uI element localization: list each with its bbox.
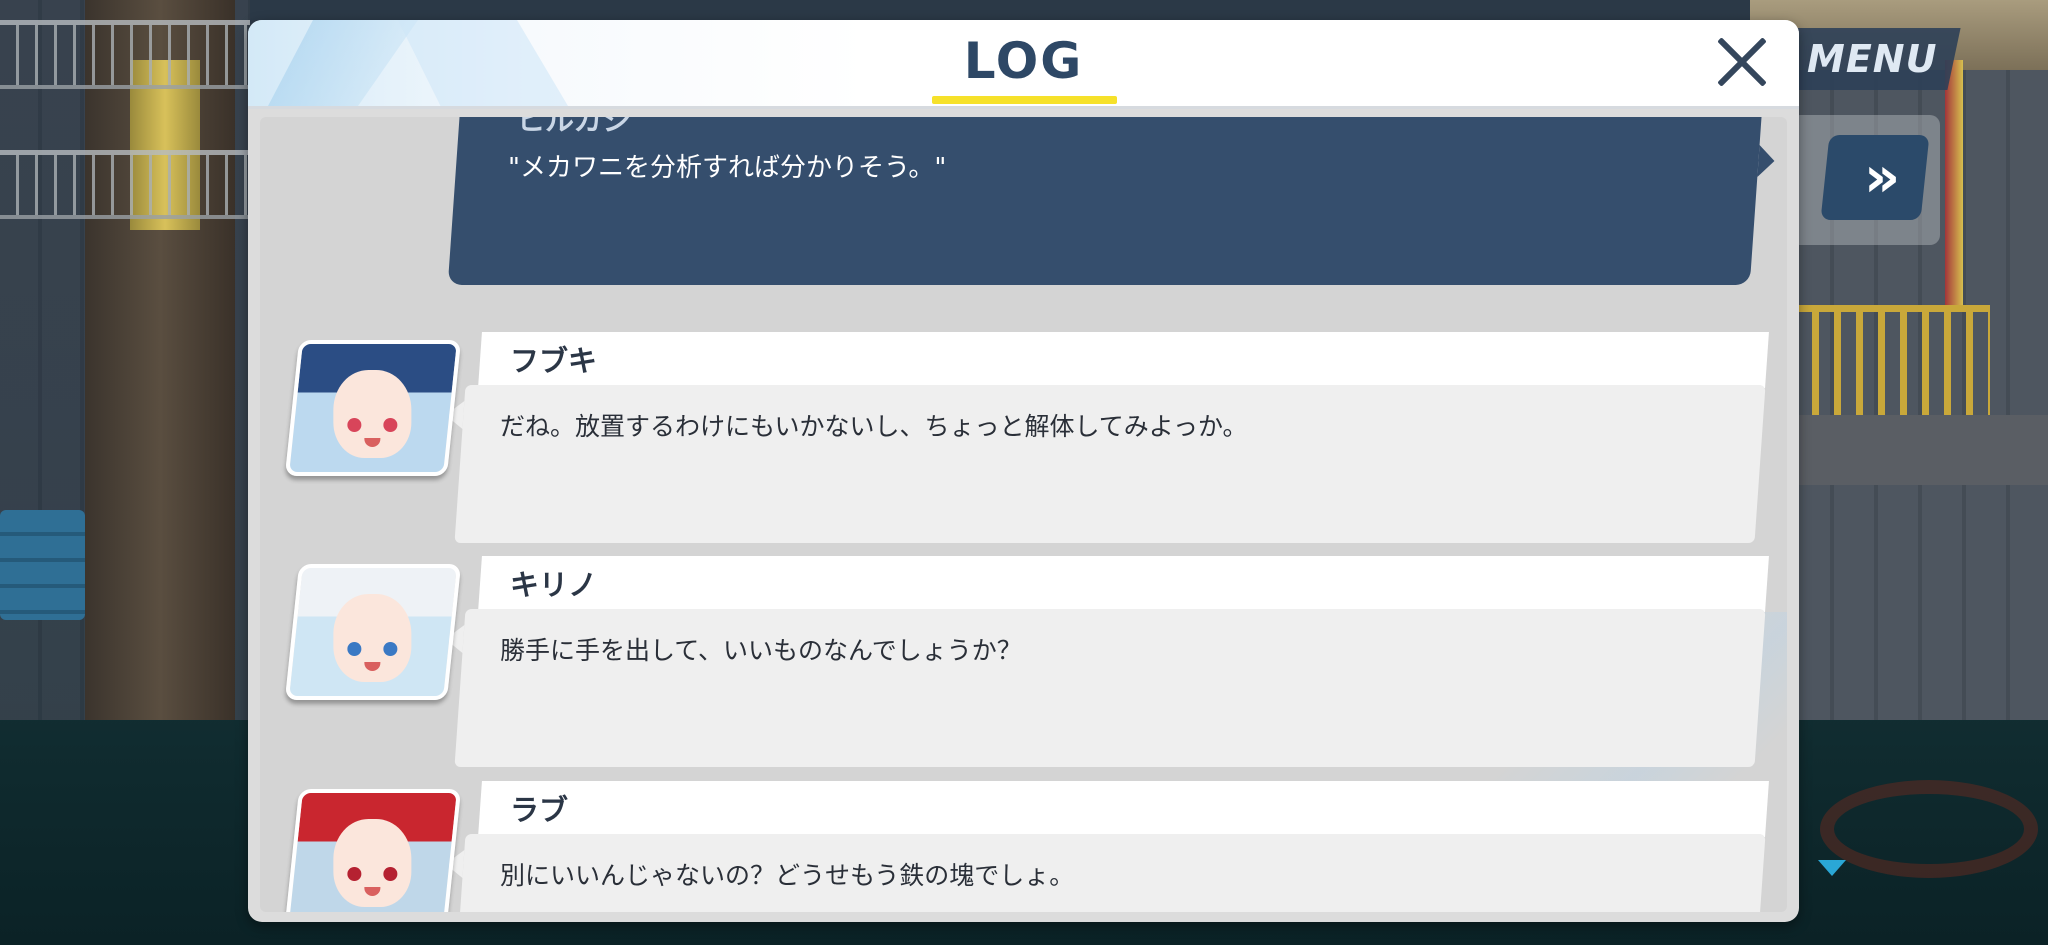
avatar-mouth xyxy=(364,662,381,671)
hut-post xyxy=(1945,60,1963,310)
name-bar xyxy=(478,781,1769,837)
log-list[interactable]: ヒルカシ "メカワニを分析すれば分かりそう。" フブキ だね。放置するわけにもい… xyxy=(260,117,1787,912)
log-entry[interactable]: ラブ 別にいいんじゃないの？どうせもう鉄の塊でしょ。 xyxy=(260,781,1787,912)
tower xyxy=(85,0,235,720)
selected-bubble xyxy=(447,117,1763,285)
menu-button[interactable]: MENU xyxy=(1783,28,1961,90)
log-entry-selected[interactable]: ヒルカシ "メカワニを分析すれば分かりそう。" xyxy=(260,117,1787,317)
name-bar xyxy=(478,556,1769,612)
dialogue-text: だね。放置するわけにもいかないし、ちょっと解体してみよっか。 xyxy=(500,412,1248,441)
name-bar xyxy=(478,332,1769,388)
menu-label: MENU xyxy=(1806,37,1938,81)
avatar-eye xyxy=(383,418,398,432)
speaker-name: ヒルカシ xyxy=(516,117,632,137)
avatar-face xyxy=(333,819,412,907)
speaker-name: フブキ xyxy=(510,344,598,378)
railing-middle xyxy=(0,150,250,219)
log-entry[interactable]: フブキ だね。放置するわけにもいかないし、ちょっと解体してみよっか。 xyxy=(260,332,1787,543)
log-title: LOG xyxy=(963,32,1084,90)
avatar-eye xyxy=(347,867,362,881)
speaker-name: ラブ xyxy=(510,793,569,827)
title-underline xyxy=(932,96,1117,104)
fast-forward-icon: » xyxy=(1863,145,1887,210)
log-entry[interactable]: キリノ 勝手に手を出して、いいものなんでしょうか？ xyxy=(260,556,1787,767)
right-hut xyxy=(1750,0,2048,720)
avatar-eye xyxy=(347,642,362,656)
avatar-eye xyxy=(383,642,398,656)
avatar-fubuki xyxy=(284,340,462,476)
scroll-down-indicator-icon xyxy=(1818,860,1846,876)
log-header: LOG xyxy=(248,20,1799,109)
avatar-mouth xyxy=(364,438,381,447)
avatar-rabu xyxy=(284,789,462,912)
avatar-kirino xyxy=(284,564,462,700)
avatar-mouth xyxy=(364,887,381,896)
fast-forward-button[interactable]: » xyxy=(1820,135,1930,220)
close-icon[interactable] xyxy=(1714,34,1770,90)
hut-balcony xyxy=(1790,305,1990,422)
dialogue-text: 勝手に手を出して、いいものなんでしょうか？ xyxy=(500,636,1022,665)
avatar-eye xyxy=(347,418,362,432)
float-ring xyxy=(1820,780,2038,878)
speaker-name: キリノ xyxy=(510,568,598,602)
railing-top xyxy=(0,20,250,89)
sandbags xyxy=(0,510,85,620)
dialogue-text: 別にいいんじゃないの？どうせもう鉄の塊でしょ。 xyxy=(500,861,1075,890)
dialogue-text: "メカワニを分析すれば分かりそう。" xyxy=(508,153,947,183)
hut-deck xyxy=(1790,415,2048,485)
log-window: LOG ヒルカシ "メカワニを分析すれば分かりそう。" フブキ だね。放置するわ… xyxy=(248,20,1799,922)
avatar-eye xyxy=(383,867,398,881)
avatar-face xyxy=(333,370,412,458)
avatar-face xyxy=(333,594,412,682)
